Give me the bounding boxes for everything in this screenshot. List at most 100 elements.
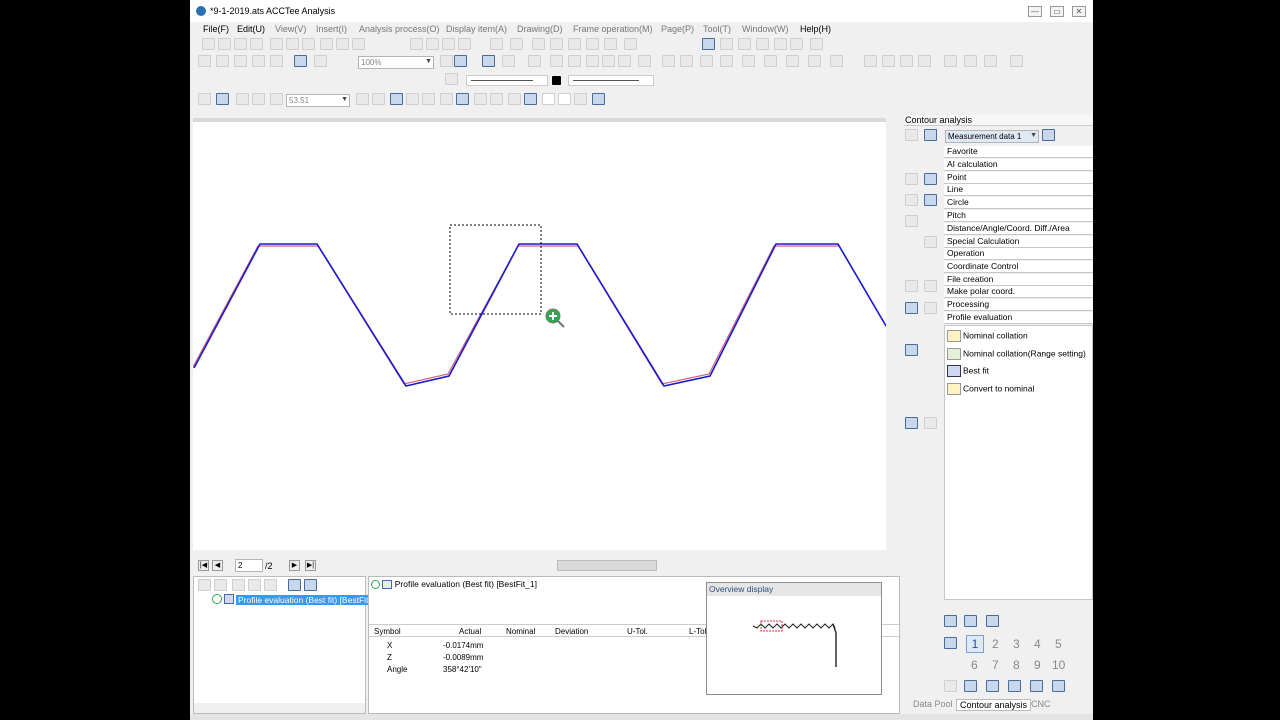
eval-4-icon[interactable]: [944, 637, 957, 649]
arc-icon[interactable]: [720, 55, 733, 67]
measurement-grid-icon[interactable]: [1042, 129, 1055, 141]
category-favorite[interactable]: Favorite: [944, 146, 1093, 158]
menu-analysis-process[interactable]: Analysis process(O): [359, 24, 440, 34]
arrow-left-tool-icon[interactable]: [905, 280, 918, 292]
plus-icon[interactable]: [440, 55, 453, 67]
table-icon[interactable]: [198, 55, 211, 67]
wave-tool-icon[interactable]: [905, 129, 918, 141]
tab-cnc[interactable]: CNC: [1031, 699, 1051, 709]
category-file-creation[interactable]: File creation: [944, 274, 1093, 286]
eval-1-icon[interactable]: [944, 615, 957, 627]
menu-insert[interactable]: Insert(I): [316, 24, 347, 34]
wrap-icon[interactable]: [964, 55, 977, 67]
number-1[interactable]: 1: [966, 635, 984, 653]
zoom-value-select[interactable]: 53.51 ▼: [286, 94, 350, 107]
print-icon[interactable]: [270, 38, 283, 50]
page-last-icon[interactable]: ▶|: [305, 560, 316, 571]
polyline-icon[interactable]: [568, 55, 581, 67]
align-center-icon[interactable]: [786, 55, 799, 67]
palette-icon[interactable]: [482, 55, 495, 67]
slash-icon[interactable]: [662, 55, 675, 67]
point-icon[interactable]: [406, 93, 419, 105]
layer-2-icon[interactable]: [882, 55, 895, 67]
zoom-area-icon[interactable]: [252, 93, 265, 105]
sheet-icon[interactable]: [252, 55, 265, 67]
save-as-icon[interactable]: [250, 38, 263, 50]
category-ai-calculation[interactable]: AI calculation: [944, 159, 1093, 171]
arrow-right-tool-icon[interactable]: [924, 280, 937, 292]
tree-tool-4-icon[interactable]: [248, 579, 261, 591]
function-best-fit[interactable]: Best fit: [947, 365, 989, 377]
zoom-1to1-icon[interactable]: [236, 93, 249, 105]
paste-icon[interactable]: [352, 38, 365, 50]
measurement-select[interactable]: Measurement data 1 ▼: [945, 130, 1039, 143]
menu-drawing[interactable]: Drawing(D): [517, 24, 563, 34]
ungroup-icon[interactable]: [568, 38, 581, 50]
number-8[interactable]: 8: [1013, 658, 1020, 672]
arrange-icon[interactable]: [624, 38, 637, 50]
category-processing[interactable]: Processing: [944, 299, 1093, 311]
chart-icon[interactable]: [294, 55, 307, 67]
frame-select-icon[interactable]: [524, 93, 537, 105]
menu-tool[interactable]: Tool(T): [703, 24, 731, 34]
category-polar-coord[interactable]: Make polar coord.: [944, 286, 1093, 298]
tree-tool-1-icon[interactable]: [198, 579, 211, 591]
zoom-window-icon[interactable]: [216, 93, 229, 105]
ellipse-icon[interactable]: [602, 55, 615, 67]
copy-icon[interactable]: [336, 38, 349, 50]
category-line[interactable]: Line: [944, 184, 1093, 196]
number-7[interactable]: 7: [992, 658, 999, 672]
menu-frame-operation[interactable]: Frame operation(M): [573, 24, 653, 34]
drawing-canvas[interactable]: [192, 118, 887, 550]
document-tool-icon[interactable]: [924, 417, 937, 429]
canvas-vertical-scrollbar[interactable]: [886, 118, 896, 558]
tool-c-icon[interactable]: [1008, 680, 1021, 692]
tree-tool-5-icon[interactable]: [264, 579, 277, 591]
menu-file[interactable]: File(F): [203, 24, 229, 34]
maximize-button[interactable]: ▭: [1050, 6, 1064, 17]
select-all-icon[interactable]: [810, 38, 823, 50]
wave-icon[interactable]: [422, 93, 435, 105]
rect-icon[interactable]: [586, 55, 599, 67]
align-right-icon[interactable]: [808, 55, 821, 67]
text-color-icon[interactable]: [574, 93, 587, 105]
layout-icon[interactable]: [490, 38, 503, 50]
chart-toggle-icon[interactable]: [456, 93, 469, 105]
image-icon[interactable]: [618, 55, 631, 67]
frame-icon[interactable]: [410, 38, 423, 50]
number-4[interactable]: 4: [1034, 637, 1041, 651]
function-nominal-collation[interactable]: Nominal collation: [947, 330, 1028, 342]
frame-delete-icon[interactable]: [442, 38, 455, 50]
l-icon[interactable]: [944, 680, 957, 692]
tool-a-icon[interactable]: [964, 680, 977, 692]
tab-data-pool[interactable]: Data Pool: [913, 699, 953, 709]
pin-icon[interactable]: [944, 55, 957, 67]
bring-icon[interactable]: [984, 55, 997, 67]
minimize-button[interactable]: —: [1028, 6, 1042, 17]
blank-2-icon[interactable]: [558, 93, 571, 105]
layer-3-icon[interactable]: [900, 55, 913, 67]
zoom-percent-select[interactable]: 100% ▼: [358, 56, 434, 69]
number-5[interactable]: 5: [1055, 637, 1062, 651]
frame-tool-icon[interactable]: [905, 417, 918, 429]
overview-display[interactable]: Overview display: [706, 582, 882, 695]
no-entry-icon[interactable]: [532, 38, 545, 50]
tool-b-icon[interactable]: [986, 680, 999, 692]
circle-tool-icon[interactable]: [905, 173, 918, 185]
equal-icon[interactable]: [638, 55, 651, 67]
table-row[interactable]: X -0.0174mm: [369, 641, 709, 653]
preview-icon[interactable]: [286, 38, 299, 50]
page-prev-icon[interactable]: ◀: [212, 560, 223, 571]
display-icon[interactable]: [592, 93, 605, 105]
wave-2-tool-icon[interactable]: [905, 194, 918, 206]
layer-1-icon[interactable]: [864, 55, 877, 67]
stamp-icon[interactable]: [314, 55, 327, 67]
menu-edit[interactable]: Edit(U): [237, 24, 265, 34]
category-profile-evaluation[interactable]: Profile evaluation: [944, 312, 1093, 324]
blank-1-icon[interactable]: [542, 93, 555, 105]
layer-4-icon[interactable]: [918, 55, 931, 67]
table-row[interactable]: Angle 358°42'10": [369, 665, 709, 677]
tree-tool-2-icon[interactable]: [214, 579, 227, 591]
acc-tool-icon[interactable]: [924, 173, 937, 185]
menu-help[interactable]: Help(H): [800, 24, 831, 34]
